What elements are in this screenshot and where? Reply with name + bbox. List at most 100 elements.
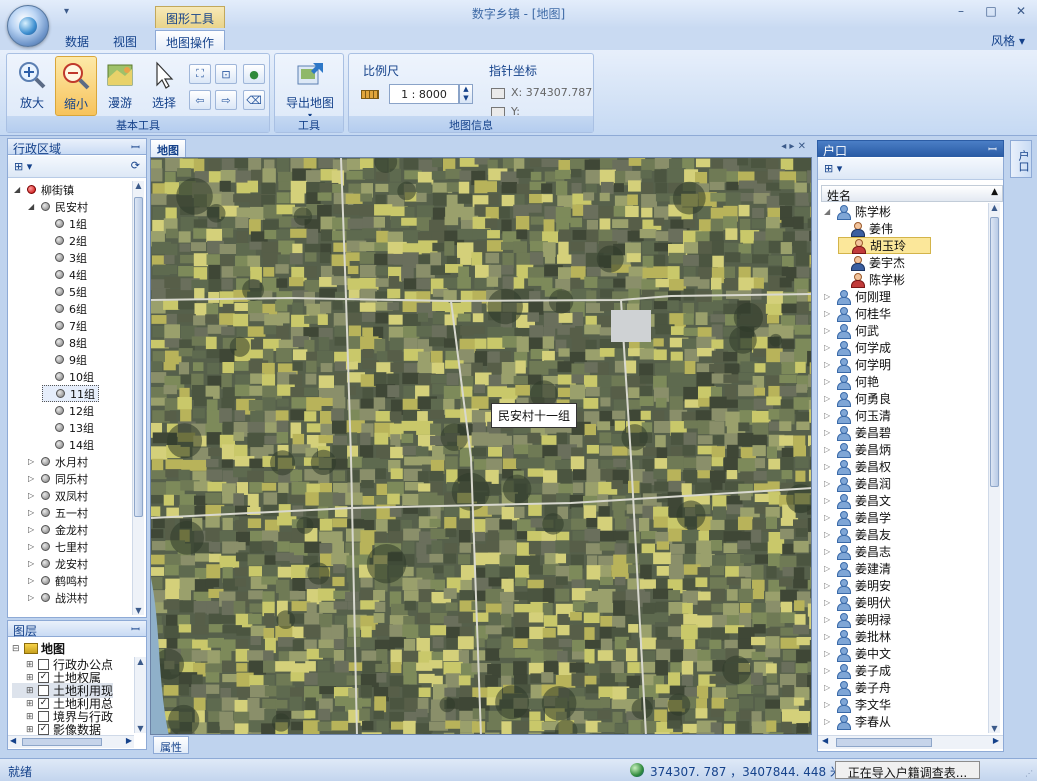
scroll-thumb[interactable]: [134, 197, 143, 517]
collapsed-icon[interactable]: ▷: [28, 525, 38, 534]
household-item[interactable]: ▷ 何武: [824, 322, 879, 339]
expand-icon[interactable]: ⊞: [26, 673, 38, 683]
collapsed-icon[interactable]: ▷: [824, 343, 836, 352]
household-item[interactable]: ▷ 姜明禄: [824, 611, 891, 628]
household-item[interactable]: ▷ 何学明: [824, 356, 891, 373]
region-node[interactable]: 12组: [42, 402, 94, 419]
full-extent-button[interactable]: ⛶: [189, 64, 211, 84]
household-item[interactable]: ▷ 何刚理: [824, 288, 891, 305]
zoom-in-button[interactable]: 放大: [11, 56, 53, 116]
region-node[interactable]: 11组: [42, 385, 99, 402]
zoom-out-button[interactable]: 缩小: [55, 56, 97, 116]
household-item[interactable]: ▷ 姜中文: [824, 645, 891, 662]
region-node[interactable]: ◢ 民安村: [28, 198, 88, 215]
household-item[interactable]: ▷ 姜昌权: [824, 458, 891, 475]
pin-icon[interactable]: ꟷ: [131, 140, 140, 155]
layer-scroll-up-icon[interactable]: ▲: [135, 657, 146, 666]
scroll-down-icon[interactable]: ▼: [133, 606, 144, 615]
household-item[interactable]: ▷ 姜昌志: [824, 543, 891, 560]
region-tree-scrollbar[interactable]: ▲ ▼: [132, 181, 144, 615]
region-node[interactable]: 9组: [42, 351, 87, 368]
style-menu[interactable]: 风格 ▾: [991, 32, 1025, 49]
household-dock-tab[interactable]: 户口: [1010, 140, 1032, 178]
household-item[interactable]: ▷ 何勇良: [824, 390, 891, 407]
collapsed-icon[interactable]: ▷: [824, 513, 836, 522]
tab-map-operations[interactable]: 地图操作: [155, 30, 226, 50]
household-item[interactable]: ▷ 姜昌友: [824, 526, 891, 543]
maximize-button[interactable]: □: [983, 4, 999, 18]
name-column-header[interactable]: 姓名 ▲: [821, 185, 1003, 203]
household-hscroll[interactable]: ◀ ▶: [818, 735, 1003, 749]
region-node[interactable]: 6组: [42, 300, 87, 317]
collapsed-icon[interactable]: ▷: [824, 564, 836, 573]
collapsed-icon[interactable]: ▷: [824, 326, 836, 335]
hscroll-left-icon[interactable]: ◀: [10, 736, 16, 745]
pan-button[interactable]: 漫游: [99, 56, 141, 116]
fixed-zoom-button[interactable]: ⊡: [215, 64, 237, 84]
tree-view-icon[interactable]: ⊞ ▾: [14, 160, 32, 173]
app-menu-button[interactable]: [7, 5, 49, 47]
household-item[interactable]: ▷ 何艳: [824, 373, 879, 390]
expanded-icon[interactable]: ◢: [14, 185, 24, 194]
household-member[interactable]: 陈学彬: [838, 271, 905, 288]
collapsed-icon[interactable]: ▷: [824, 309, 836, 318]
region-node[interactable]: ▷ 水月村: [28, 453, 88, 470]
region-node[interactable]: ▷ 鹤鸣村: [28, 572, 88, 589]
scroll-up-icon[interactable]: ▲: [133, 181, 144, 190]
region-node[interactable]: 1组: [42, 215, 87, 232]
region-node[interactable]: ▷ 战洪村: [28, 589, 88, 606]
collapsed-icon[interactable]: ▷: [824, 445, 836, 454]
collapsed-icon[interactable]: ▷: [824, 479, 836, 488]
tab-view[interactable]: 视图: [103, 30, 147, 50]
collapsed-icon[interactable]: ▷: [824, 683, 836, 692]
household-item[interactable]: ▷ 姜明安: [824, 577, 891, 594]
resize-grip-icon[interactable]: ⋰: [1025, 769, 1033, 778]
collapsed-icon[interactable]: ▷: [28, 559, 38, 568]
properties-tab[interactable]: 属性: [153, 736, 189, 754]
collapsed-icon[interactable]: ▷: [28, 542, 38, 551]
collapsed-icon[interactable]: ▷: [824, 394, 836, 403]
household-item[interactable]: ▷ 何玉清: [824, 407, 891, 424]
household-item[interactable]: ▷ 李春从: [824, 713, 891, 730]
collapsed-icon[interactable]: ▷: [824, 530, 836, 539]
expand-icon[interactable]: ⊞: [26, 725, 38, 735]
household-item[interactable]: ▷ 姜昌文: [824, 492, 891, 509]
household-scroll-thumb[interactable]: [990, 217, 999, 487]
layer-pin-icon[interactable]: ꟷ: [131, 622, 140, 637]
layer-checkbox[interactable]: ✓: [38, 672, 49, 683]
layer-hscroll[interactable]: ◀ ▶: [8, 735, 134, 748]
map-tab[interactable]: 地图: [150, 139, 186, 157]
region-node[interactable]: ▷ 双凤村: [28, 487, 88, 504]
household-item[interactable]: ▷ 何桂华: [824, 305, 891, 322]
collapsed-icon[interactable]: ▷: [824, 292, 836, 301]
collapsed-icon[interactable]: ▷: [824, 598, 836, 607]
map-canvas[interactable]: 民安村十一组: [150, 157, 812, 735]
household-item[interactable]: ▷ 姜明伏: [824, 594, 891, 611]
region-node[interactable]: 13组: [42, 419, 94, 436]
region-node[interactable]: ▷ 同乐村: [28, 470, 88, 487]
household-item[interactable]: ▷ 姜建清: [824, 560, 891, 577]
household-item[interactable]: ▷ 李文华: [824, 696, 891, 713]
region-node[interactable]: 14组: [42, 436, 94, 453]
region-node[interactable]: 3组: [42, 249, 87, 266]
export-map-button[interactable]: 导出地图 ▾: [281, 56, 339, 120]
region-node[interactable]: 4组: [42, 266, 87, 283]
map-tab-nav[interactable]: ◂ ▸ ✕: [781, 141, 806, 152]
region-node[interactable]: 5组: [42, 283, 87, 300]
collapsed-icon[interactable]: ▷: [824, 649, 836, 658]
layer-checkbox[interactable]: ✓: [38, 698, 49, 709]
layer-scroll-down-icon[interactable]: ▼: [135, 724, 146, 733]
close-button[interactable]: ✕: [1013, 4, 1029, 18]
refresh-icon[interactable]: ⟳: [131, 159, 140, 172]
household-item[interactable]: ▷ 姜昌学: [824, 509, 891, 526]
household-hscroll-right-icon[interactable]: ▶: [993, 736, 999, 745]
region-node[interactable]: ▷ 五一村: [28, 504, 88, 521]
household-item[interactable]: ◢ 陈学彬: [824, 203, 891, 220]
household-item[interactable]: ▷ 姜子舟: [824, 679, 891, 696]
back-button[interactable]: ⇦: [189, 90, 211, 110]
globe-button[interactable]: ●: [243, 64, 265, 84]
collapsed-icon[interactable]: ▷: [824, 360, 836, 369]
collapsed-icon[interactable]: ▷: [28, 576, 38, 585]
scale-spinner[interactable]: ▲ ▼: [459, 84, 473, 104]
collapsed-icon[interactable]: ▷: [824, 666, 836, 675]
